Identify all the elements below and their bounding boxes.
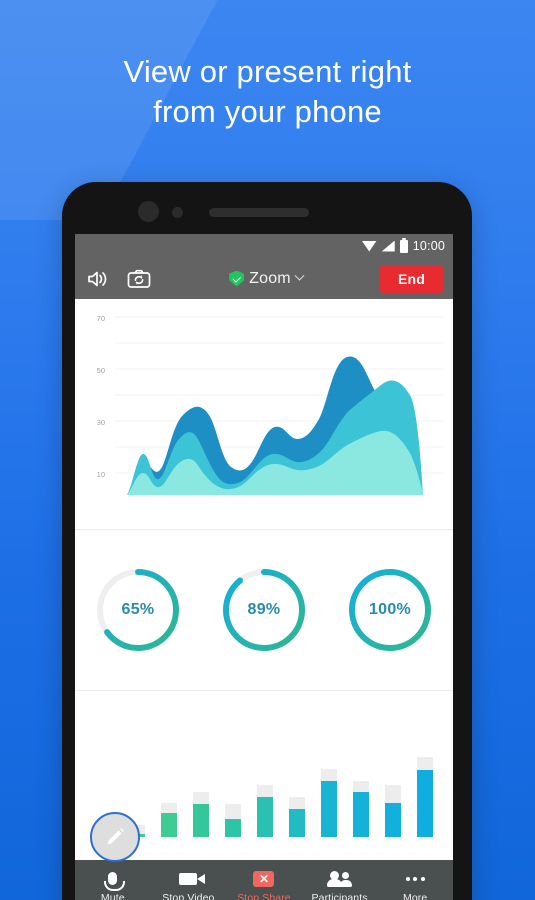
bottom-item-stop-video[interactable]: Stop Video — [151, 868, 227, 900]
end-button[interactable]: End — [378, 264, 444, 293]
bottom-item-participants[interactable]: Participants — [302, 868, 378, 900]
gauge-panel: 65% 89% 100% — [75, 530, 453, 690]
status-bar-clock: 10:00 — [412, 239, 445, 253]
gauge-3: 100% — [344, 564, 436, 656]
y-tick-30: 30 — [97, 418, 105, 427]
y-tick-70: 70 — [97, 314, 105, 323]
people-icon — [326, 868, 352, 889]
ellipsis-icon — [405, 868, 425, 889]
phone-mockup: 10:00 Zoom End 70 50 30 10 65% 89% 100% … — [62, 182, 472, 900]
shield-check-icon — [229, 270, 245, 287]
bottom-label-mute: Mute — [100, 892, 125, 900]
headline-line-2: from your phone — [153, 94, 382, 129]
area-chart: 70 50 30 10 — [97, 314, 443, 495]
headline-line-1: View or present right — [123, 54, 412, 89]
bottom-label-participants: Participants — [311, 892, 368, 900]
bottom-item-more[interactable]: More — [377, 868, 453, 900]
bottom-item-stop-share[interactable]: ✕ Stop Share — [226, 868, 302, 900]
switch-camera-icon[interactable] — [125, 265, 153, 293]
stop-share-icon: ✕ — [253, 868, 275, 889]
chevron-down-icon — [294, 270, 305, 281]
page-title: View or present right from your phone — [0, 52, 535, 132]
front-camera-icon — [138, 201, 159, 222]
phone-screen: 10:00 Zoom End 70 50 30 10 65% 89% 100% … — [75, 234, 453, 900]
bottom-label-stop-video: Stop Video — [162, 892, 215, 900]
pencil-icon — [107, 827, 125, 845]
microphone-icon — [104, 868, 126, 891]
wifi-icon — [361, 240, 377, 252]
earpiece-speaker-grille — [209, 208, 309, 217]
zoom-bottom-toolbar: Mute Stop Video ✕ Stop Share Participant… — [75, 860, 453, 900]
shared-screen-content: 70 50 30 10 65% 89% 100% Mute Stop Video… — [75, 299, 453, 900]
signal-icon — [381, 240, 395, 252]
speaker-icon[interactable] — [84, 265, 112, 293]
meeting-title-dropdown[interactable]: Zoom — [166, 270, 366, 288]
gauge-2-value: 89% — [247, 601, 281, 618]
bar-fills — [97, 770, 433, 837]
y-tick-50: 50 — [97, 366, 105, 375]
phone-bezel-top — [62, 182, 472, 234]
battery-icon — [399, 237, 408, 253]
meeting-title: Zoom — [249, 269, 291, 287]
y-tick-10: 10 — [97, 470, 105, 479]
area-chart-panel: 70 50 30 10 — [75, 299, 453, 529]
video-camera-icon — [179, 868, 206, 889]
proximity-sensor-icon — [172, 207, 183, 218]
gauge-1-value: 65% — [121, 601, 155, 618]
bottom-label-more: More — [403, 892, 428, 900]
gauge-2: 89% — [218, 564, 310, 656]
gauge-3-value: 100% — [368, 601, 412, 618]
status-bar: 10:00 — [75, 234, 453, 258]
bottom-item-mute[interactable]: Mute — [75, 868, 151, 900]
gauge-1: 65% — [92, 564, 184, 656]
zoom-top-toolbar: Zoom End — [75, 258, 453, 299]
bottom-label-stop-share: Stop Share — [237, 892, 291, 900]
annotate-button[interactable] — [90, 812, 140, 862]
